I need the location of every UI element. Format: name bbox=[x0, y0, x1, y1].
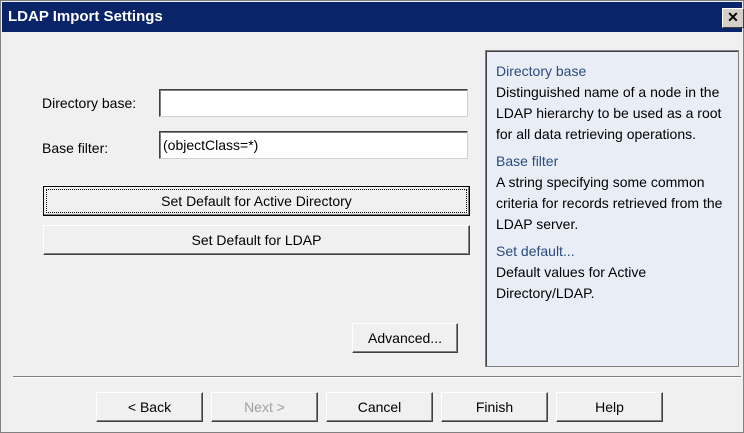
directory-base-input[interactable] bbox=[159, 89, 468, 117]
help-section-set-default: Set default... Default values for Active… bbox=[496, 241, 732, 304]
help-section-directory-base: Directory base Distinguished name of a n… bbox=[496, 61, 732, 145]
help-heading: Set default... bbox=[496, 243, 575, 259]
help-section-base-filter: Base filter A string specifying some com… bbox=[496, 151, 732, 235]
dialog-title: LDAP Import Settings bbox=[8, 8, 163, 25]
close-button[interactable]: ✕ bbox=[722, 8, 744, 28]
directory-base-label: Directory base: bbox=[42, 95, 137, 111]
ldap-import-settings-dialog: LDAP Import Settings ✕ Directory base: B… bbox=[0, 0, 744, 433]
help-heading: Base filter bbox=[496, 153, 559, 169]
help-text: A string specifying some common criteria… bbox=[496, 174, 723, 232]
set-default-ldap-button[interactable]: Set Default for LDAP bbox=[43, 225, 470, 255]
advanced-button[interactable]: Advanced... bbox=[352, 323, 458, 353]
set-default-active-directory-button[interactable]: Set Default for Active Directory bbox=[43, 186, 470, 216]
close-icon: ✕ bbox=[727, 9, 739, 25]
base-filter-label: Base filter: bbox=[42, 140, 109, 156]
next-button[interactable]: Next > bbox=[211, 392, 318, 422]
help-text: Default values for Active Directory/LDAP… bbox=[496, 264, 647, 301]
help-button[interactable]: Help bbox=[556, 392, 663, 422]
footer-divider bbox=[13, 376, 741, 378]
help-panel: Directory base Distinguished name of a n… bbox=[485, 50, 739, 367]
title-bar: LDAP Import Settings ✕ bbox=[2, 2, 744, 32]
finish-button[interactable]: Finish bbox=[441, 392, 548, 422]
help-heading: Directory base bbox=[496, 63, 587, 79]
back-button[interactable]: < Back bbox=[96, 392, 203, 422]
help-text: Distinguished name of a node in the LDAP… bbox=[496, 84, 722, 142]
base-filter-input[interactable] bbox=[159, 131, 468, 159]
cancel-button[interactable]: Cancel bbox=[326, 392, 433, 422]
